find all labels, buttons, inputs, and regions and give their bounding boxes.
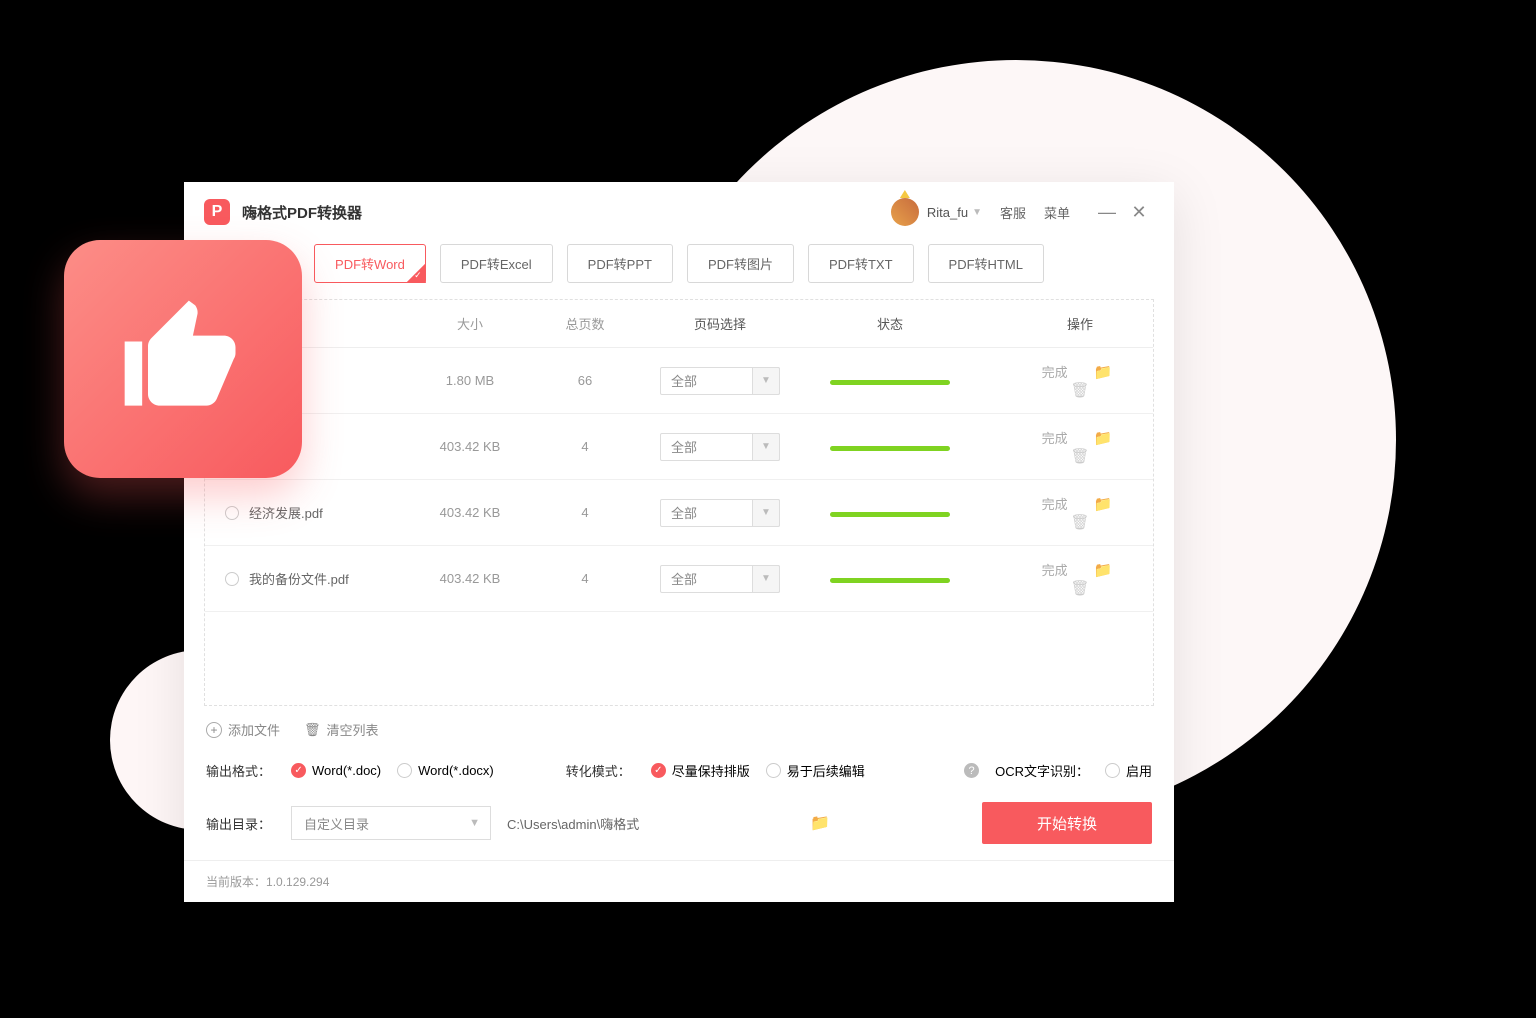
chevron-down-icon: ▼ bbox=[469, 817, 480, 829]
footer: 当前版本：1.0.129.294 bbox=[184, 860, 1174, 902]
mode-label: 转化模式： bbox=[566, 761, 631, 780]
page-count: 4 bbox=[535, 571, 635, 586]
tabs: PDF转Word PDF转Excel PDF转PPT PDF转图片 PDF转TX… bbox=[184, 238, 1174, 299]
app-logo-icon: P bbox=[204, 199, 230, 225]
page-range-select[interactable]: 全部▼ bbox=[660, 565, 780, 593]
header-status: 状态 bbox=[805, 314, 975, 333]
progress-bar bbox=[830, 512, 950, 517]
folder-icon[interactable]: 📁 bbox=[1094, 364, 1113, 381]
row-radio[interactable] bbox=[225, 506, 239, 520]
folder-icon[interactable]: 📁 bbox=[1094, 430, 1113, 447]
plus-icon: + bbox=[206, 722, 222, 738]
output-format-label: 输出格式： bbox=[206, 761, 271, 780]
format-docx-radio[interactable]: Word(*.docx) bbox=[397, 763, 494, 778]
help-icon[interactable]: ? bbox=[964, 763, 979, 778]
support-link[interactable]: 客服 bbox=[1000, 203, 1026, 222]
tab-pdf-to-image[interactable]: PDF转图片 bbox=[687, 244, 794, 283]
clear-list-button[interactable]: 🗑 清空列表 bbox=[304, 720, 379, 739]
start-convert-button[interactable]: 开始转换 bbox=[982, 802, 1152, 844]
progress-bar bbox=[830, 446, 950, 451]
mode-edit-radio[interactable]: 易于后续编辑 bbox=[766, 761, 865, 780]
titlebar: P 嗨格式PDF转换器 Rita_fu ▼ 客服 菜单 — ✕ bbox=[184, 182, 1174, 238]
tab-pdf-to-ppt[interactable]: PDF转PPT bbox=[567, 244, 673, 283]
tab-pdf-to-txt[interactable]: PDF转TXT bbox=[808, 244, 914, 283]
radio-checked-icon bbox=[291, 763, 306, 778]
table-row: 经济发展.pdf 403.42 KB 4 全部▼ 完成 📁 🗑 bbox=[205, 480, 1153, 546]
trash-icon[interactable]: 🗑 bbox=[1070, 580, 1089, 597]
radio-icon bbox=[1105, 763, 1120, 778]
trash-icon[interactable]: 🗑 bbox=[1070, 448, 1089, 465]
page-range-select[interactable]: 全部▼ bbox=[660, 367, 780, 395]
add-file-button[interactable]: + 添加文件 bbox=[206, 720, 280, 739]
trash-icon[interactable]: 🗑 bbox=[1070, 382, 1089, 399]
header-pages: 总页数 bbox=[535, 314, 635, 333]
table-row: 文.pdf 403.42 KB 4 全部▼ 完成📁🗑 bbox=[205, 414, 1153, 480]
tab-pdf-to-excel[interactable]: PDF转Excel bbox=[440, 244, 553, 283]
header-range: 页码选择 bbox=[635, 314, 805, 333]
format-doc-radio[interactable]: Word(*.doc) bbox=[291, 763, 381, 778]
header-size: 大小 bbox=[405, 314, 535, 333]
filename: 我的备份文件.pdf bbox=[249, 569, 349, 588]
table-row: 嘿的文档.pdf 1.80 MB 66 全部▼ 完成📁🗑 bbox=[205, 348, 1153, 414]
browse-folder-icon[interactable]: 📁 bbox=[810, 813, 830, 833]
status-text: 完成 bbox=[1042, 563, 1068, 578]
chevron-down-icon[interactable]: ▼ bbox=[972, 207, 982, 218]
folder-icon[interactable]: 📁 bbox=[1094, 562, 1113, 579]
filename: 经济发展.pdf bbox=[249, 503, 323, 522]
filesize: 403.42 KB bbox=[405, 571, 535, 586]
radio-checked-icon bbox=[651, 763, 666, 778]
status-text: 完成 bbox=[1042, 365, 1068, 380]
chevron-down-icon: ▼ bbox=[752, 433, 780, 461]
menu-link[interactable]: 菜单 bbox=[1044, 203, 1070, 222]
filesize: 403.42 KB bbox=[405, 505, 535, 520]
folder-icon[interactable]: 📁 bbox=[1094, 496, 1113, 513]
avatar[interactable] bbox=[891, 198, 919, 226]
chevron-down-icon: ▼ bbox=[752, 499, 780, 527]
tab-pdf-to-word[interactable]: PDF转Word bbox=[314, 244, 426, 283]
ocr-label: OCR文字识别： bbox=[995, 761, 1089, 780]
trash-icon: 🗑 bbox=[304, 722, 321, 738]
actions-bar: + 添加文件 🗑 清空列表 bbox=[184, 706, 1174, 747]
mode-keep-radio[interactable]: 尽量保持排版 bbox=[651, 761, 750, 780]
page-count: 66 bbox=[535, 373, 635, 388]
output-dir-label: 输出目录： bbox=[206, 814, 271, 833]
ocr-enable-radio[interactable]: 启用 bbox=[1105, 761, 1152, 780]
output-format-row: 输出格式： Word(*.doc) Word(*.docx) 转化模式： 尽量保… bbox=[184, 747, 1174, 786]
trash-icon[interactable]: 🗑 bbox=[1070, 514, 1089, 531]
username[interactable]: Rita_fu bbox=[927, 205, 968, 220]
status-text: 完成 bbox=[1042, 497, 1068, 512]
app-window: P 嗨格式PDF转换器 Rita_fu ▼ 客服 菜单 — ✕ PDF转Word… bbox=[184, 182, 1174, 902]
chevron-down-icon: ▼ bbox=[752, 367, 780, 395]
output-dir-row: 输出目录： 自定义目录 ▼ C:\Users\admin\嗨格式 📁 开始转换 bbox=[184, 786, 1174, 860]
page-count: 4 bbox=[535, 505, 635, 520]
version-number: 1.0.129.294 bbox=[266, 875, 329, 889]
radio-icon bbox=[766, 763, 781, 778]
table-header: 文件名称 大小 总页数 页码选择 状态 操作 bbox=[205, 300, 1153, 348]
close-button[interactable]: ✕ bbox=[1126, 199, 1152, 225]
progress-bar bbox=[830, 380, 950, 385]
app-title: 嗨格式PDF转换器 bbox=[242, 202, 891, 223]
progress-bar bbox=[830, 578, 950, 583]
page-range-select[interactable]: 全部▼ bbox=[660, 499, 780, 527]
status-text: 完成 bbox=[1042, 431, 1068, 446]
filesize: 1.80 MB bbox=[405, 373, 535, 388]
radio-icon bbox=[397, 763, 412, 778]
table-row: 我的备份文件.pdf 403.42 KB 4 全部▼ 完成 📁 🗑 bbox=[205, 546, 1153, 612]
output-dir-select[interactable]: 自定义目录 ▼ bbox=[291, 806, 491, 840]
page-count: 4 bbox=[535, 439, 635, 454]
filesize: 403.42 KB bbox=[405, 439, 535, 454]
tab-pdf-to-html[interactable]: PDF转HTML bbox=[928, 244, 1044, 283]
minimize-button[interactable]: — bbox=[1094, 199, 1120, 225]
chevron-down-icon: ▼ bbox=[752, 565, 780, 593]
row-radio[interactable] bbox=[225, 572, 239, 586]
version-label: 当前版本： bbox=[206, 875, 266, 889]
file-table: 文件名称 大小 总页数 页码选择 状态 操作 嘿的文档.pdf 1.80 MB … bbox=[204, 299, 1154, 706]
page-range-select[interactable]: 全部▼ bbox=[660, 433, 780, 461]
output-path: C:\Users\admin\嗨格式 bbox=[507, 814, 794, 833]
thumb-card bbox=[64, 240, 302, 478]
header-operations: 操作 bbox=[975, 314, 1125, 333]
thumb-up-icon bbox=[113, 289, 253, 429]
